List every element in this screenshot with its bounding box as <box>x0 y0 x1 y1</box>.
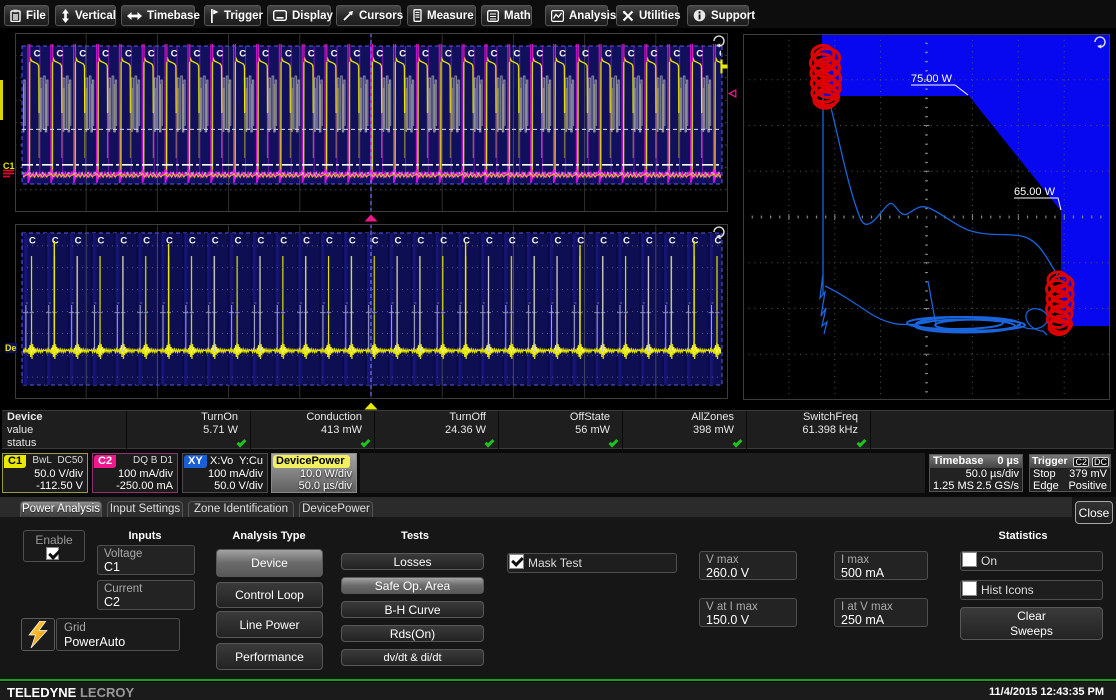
svg-text:75.00 W: 75.00 W <box>911 73 953 85</box>
svg-text:65.00 W: 65.00 W <box>1014 186 1056 198</box>
